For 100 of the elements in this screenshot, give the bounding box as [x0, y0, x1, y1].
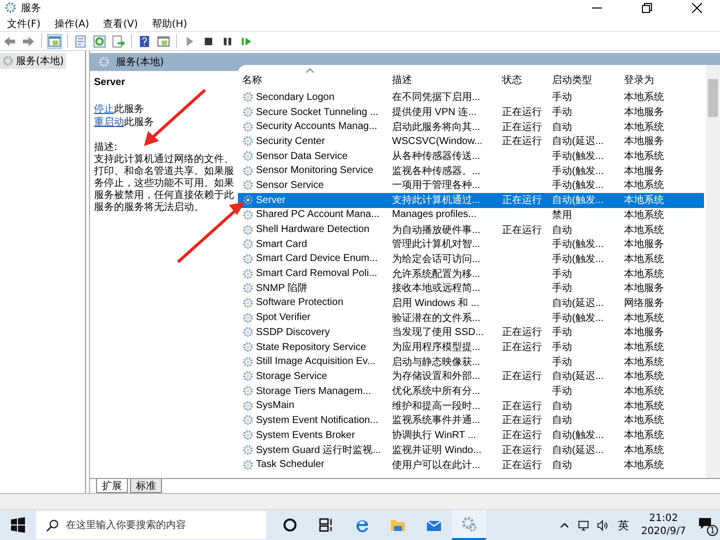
table-cell: Smart Card [256, 238, 308, 250]
table-cell: 自动(延迟... [552, 136, 604, 148]
back-icon[interactable] [3, 34, 16, 48]
table-cell: 手动(触发... [552, 151, 604, 162]
service-row[interactable]: Secure Socket Tunneling ... 提供使用 VPN 连... 正在运行 手动 本地服务 [238, 104, 704, 120]
service-row[interactable]: Smart Card Removal Poli... 允许系统配置为移... 手动 本地系统 [238, 266, 704, 281]
window-icon[interactable] [157, 34, 170, 48]
service-row[interactable]: SSDP Discovery 当发现了使用 SSD... 正在运行 手动 本地服务 [238, 325, 704, 340]
action-text: 此服务 [124, 116, 154, 128]
service-row[interactable]: System Guard 运行时监视... 监视并证明 Windo... 正在运行 自动(延迟... 本地系统 [238, 442, 704, 458]
table-cell: Manages profiles... [392, 209, 476, 220]
service-row[interactable]: Task Scheduler 使用户可以在此计... 正在运行 自动 本地系统 [238, 457, 704, 472]
table-cell: 本地系统 [624, 400, 664, 412]
table-cell: 手动 [552, 283, 572, 294]
service-row[interactable]: Shell Hardware Detection 为自动播放硬件事... 正在运行 自动 本地系统 [238, 222, 704, 237]
column-header[interactable]: 描述 [388, 65, 498, 90]
gear-icon [461, 516, 477, 532]
table-cell: 正在运行 [502, 224, 542, 236]
notification-icon[interactable] [698, 517, 712, 532]
search-field[interactable]: 在这里输入你要搜索的内容 [36, 511, 266, 540]
table-cell: 自动(触发... [552, 195, 604, 206]
action-link[interactable]: 重启动 [94, 115, 124, 128]
table-cell: 正在运行 [502, 107, 542, 118]
gear-icon [242, 370, 254, 382]
properties-icon[interactable] [74, 34, 87, 48]
service-row[interactable]: Storage Service 为存储设置和外部... 正在运行 自动(延迟... 本地系统 [238, 369, 704, 384]
clock-date[interactable]: 2020/9/7 [641, 525, 686, 538]
table-cell: 手动 [552, 342, 572, 354]
export-icon[interactable] [112, 34, 125, 48]
column-header[interactable]: 状态 [498, 65, 548, 90]
column-header[interactable]: 登录为 [620, 65, 704, 90]
service-row[interactable]: Security Center WSCSVC(Window... 正在运行 自动(延迟... 本地服务 [238, 134, 704, 149]
table-cell: 本地系统 [624, 430, 664, 442]
table-cell: WSCSVC(Window... [392, 136, 483, 147]
refresh-icon[interactable] [93, 34, 106, 48]
help-icon[interactable] [138, 34, 151, 48]
view-tab[interactable]: 标准 [130, 479, 162, 494]
service-row[interactable]: Storage Tiers Managem... 优化系统中所有分... 手动 本地系统 [238, 384, 704, 398]
table-cell: 允许系统配置为移... [392, 268, 480, 280]
table-cell: 从各种传感器传送... [392, 151, 480, 162]
service-row[interactable]: Sensor Service 一项用于管理各种... 手动(触发... 本地系统 [238, 178, 704, 193]
service-row[interactable]: Software Protection 启用 Windows 和 ... 自动(延迟... 网络服务 [238, 296, 704, 310]
action-link[interactable]: 停止 [94, 102, 114, 116]
tree-item[interactable]: 服务(本地) [0, 53, 66, 70]
tree-label: 服务(本地) [16, 54, 64, 68]
service-row[interactable]: Server 支持此计算机通过... 正在运行 自动(触发... 本地系统 [238, 192, 704, 208]
gear-icon [242, 208, 254, 221]
scrollbar[interactable] [706, 65, 720, 478]
table-cell: 手动 [552, 356, 572, 368]
service-row[interactable]: Secondary Logon 在不同凭据下启用... 手动 本地系统 [238, 90, 704, 105]
table-cell: 自动(延迟... [552, 298, 604, 309]
service-row[interactable]: Shared PC Account Mana... Manages profiles... 禁用 本地系统 [238, 208, 704, 222]
service-row[interactable]: Smart Card Device Enum... 为给定会话可访问... 手动(触发... 本地系统 [238, 252, 704, 266]
table-cell: SSDP Discovery [256, 326, 330, 338]
panel-title: 服务(本地) [116, 56, 164, 70]
table-cell: 本地系统 [624, 210, 664, 221]
service-name: Server [94, 77, 126, 88]
table-cell: 优化系统中所有分... [392, 386, 480, 398]
table-cell: 本地系统 [624, 254, 664, 265]
service-row[interactable]: Security Accounts Manag... 启动此服务将向其... 正在运行 自动 本地系统 [238, 119, 704, 134]
table-cell: 一项用于管理各种... [392, 180, 480, 192]
table-cell: Sensor Service [256, 180, 324, 191]
column-header[interactable]: 启动类型 [548, 65, 620, 90]
menu-item[interactable]: 查看(V) [103, 16, 138, 31]
service-row[interactable]: System Event Notification... 监视系统事件并通... 正在运行 自动 本地系统 [238, 413, 704, 428]
table-cell: Software Protection [256, 297, 344, 308]
service-row[interactable]: SysMain 维护和提高一段时... 正在运行 自动 本地系统 [238, 398, 704, 414]
menu-item[interactable]: 操作(A) [54, 16, 90, 31]
forward-icon[interactable] [22, 34, 35, 48]
table-cell: 自动(延迟... [552, 444, 604, 456]
table-cell: 启动此服务将向其... [392, 122, 480, 133]
menu-item[interactable]: 文件(F) [7, 16, 41, 31]
service-row[interactable]: Sensor Monitoring Service 监视各种传感器。... 手动(触发... 本地服务 [238, 163, 704, 178]
input-method[interactable]: 英 [612, 518, 636, 533]
table-cell: 维护和提高一段时... [392, 400, 480, 412]
service-row[interactable]: Still Image Acquisition Ev... 启动与静态映像获... 手动 本地系统 [238, 354, 704, 370]
search-icon [46, 519, 59, 532]
service-row[interactable]: Spot Verifier 验证潜在的文件系... 手动(触发... 本地系统 [238, 310, 704, 326]
table-cell: 手动(触发... [552, 166, 604, 177]
console-tree-icon[interactable] [48, 34, 61, 48]
service-row[interactable]: SNMP 陷阱 接收本地或远程简... 手动 本地服务 [238, 280, 704, 296]
gear-icon [242, 429, 254, 442]
service-row[interactable]: State Repository Service 为应用程序模型提... 正在运行 手动 本地系统 [238, 340, 704, 354]
service-row[interactable]: Smart Card 管理此计算机对智... 手动(触发... 本地服务 [238, 236, 704, 252]
gear-icon [242, 194, 254, 206]
table-cell: 本地系统 [624, 224, 664, 236]
clock-time[interactable]: 21:02 [649, 512, 678, 526]
gear-icon [242, 224, 254, 236]
column-header[interactable]: 名称 [238, 65, 388, 90]
taskbar-button[interactable] [452, 510, 486, 540]
view-tab[interactable]: 扩展 [96, 479, 128, 494]
service-row[interactable]: System Events Broker 协调执行 WinRT ... 正在运行 自动(触发... 本地系统 [238, 428, 704, 443]
table-cell: 本地系统 [624, 356, 664, 368]
menu-item[interactable]: 帮助(H) [152, 16, 188, 31]
gear-icon [242, 400, 254, 412]
annotation-arrow [144, 88, 206, 146]
service-row[interactable]: Sensor Data Service 从各种传感器传送... 手动(触发... 本地系统 [238, 148, 704, 164]
gear-icon [242, 356, 254, 368]
table-cell: 手动 [552, 327, 572, 338]
table-cell: 本地系统 [624, 386, 664, 398]
